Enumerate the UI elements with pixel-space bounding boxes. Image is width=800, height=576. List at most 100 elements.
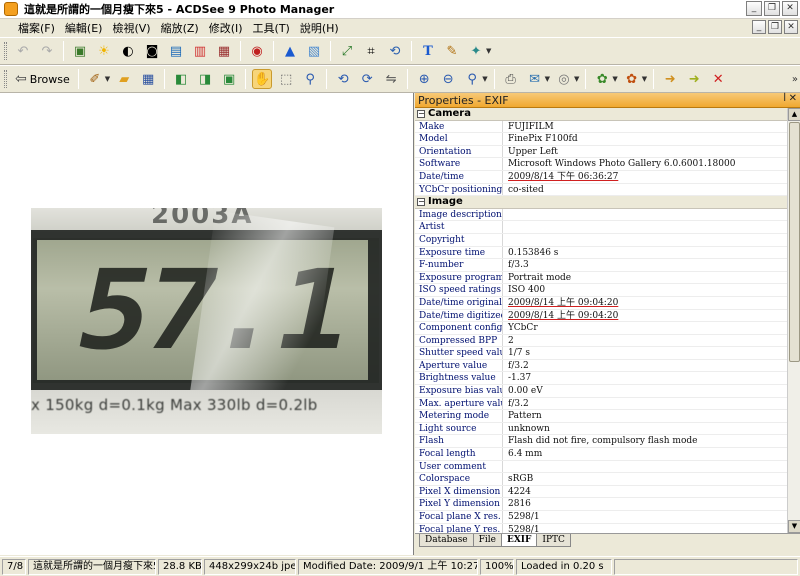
doc-minimize-button[interactable]: _	[752, 20, 766, 34]
browse-button[interactable]: ⇦ Browse	[11, 71, 74, 87]
scroll-down-icon[interactable]: ▼	[788, 520, 800, 533]
exif-row[interactable]: Shutter speed value 1/7 s	[415, 347, 787, 360]
slideshow-icon[interactable]: ▣	[219, 69, 239, 89]
exif-row[interactable]: Exposure time 0.153846 s	[415, 246, 787, 260]
zoom-dropdown-icon[interactable]: ▼	[482, 75, 487, 83]
zoom-tool-icon[interactable]: ⚲	[300, 69, 320, 89]
menu-help[interactable]: 說明(H)	[296, 20, 343, 36]
properties-scrollbar[interactable]: ▲ ▼	[787, 108, 800, 533]
red-eye-icon[interactable]: ◉	[247, 41, 267, 61]
text-icon[interactable]: T	[418, 41, 438, 61]
next-image-icon[interactable]: ◨	[195, 69, 215, 89]
pin-icon[interactable]: ꟾ	[783, 94, 786, 104]
levels-icon[interactable]: ▤	[166, 41, 186, 61]
image-viewer[interactable]: 2003A 57.1 x 150kg d=0.1kg Max 330lb d=0…	[0, 93, 414, 555]
properties-dropdown-icon[interactable]: ▼	[612, 75, 617, 83]
properties-icon[interactable]: ✿	[592, 69, 612, 89]
crop-icon[interactable]: ⌗	[361, 41, 381, 61]
hand-icon[interactable]: ✋	[252, 69, 273, 89]
flip-icon[interactable]: ⇋	[381, 69, 401, 89]
save-icon[interactable]: ▦	[138, 69, 158, 89]
rotate-icon[interactable]: ⟲	[385, 41, 405, 61]
toolbar-overflow-icon[interactable]: »	[792, 74, 798, 85]
exif-row[interactable]: Copyright	[415, 233, 787, 247]
menu-tools[interactable]: 工具(T)	[249, 20, 294, 36]
edit-dropdown-icon[interactable]: ▼	[105, 75, 110, 83]
zoom-in-icon[interactable]: ⊕	[414, 69, 434, 89]
section-image[interactable]: − Image	[415, 196, 787, 209]
exif-row[interactable]: Orientation Upper Left	[415, 145, 787, 159]
restore-button[interactable]: ❐	[764, 1, 780, 16]
redo-icon[interactable]: ↷	[37, 41, 57, 61]
close-icon[interactable]: ✕	[789, 93, 797, 104]
app-icon[interactable]	[4, 2, 18, 16]
share-icon[interactable]: ✉	[525, 69, 545, 89]
tab-database[interactable]: Database	[419, 534, 474, 547]
exif-row[interactable]: Date/time digitized 2009/8/14 上午 09:04:20	[415, 309, 787, 323]
exif-row[interactable]: YCbCr positioning co-sited	[415, 183, 787, 197]
blur-icon[interactable]: ▧	[304, 41, 324, 61]
print-icon[interactable]: ⎙	[501, 69, 521, 89]
exif-row[interactable]: User comment	[415, 460, 787, 474]
effects-dropdown-icon[interactable]: ▼	[486, 47, 491, 55]
grayscale-icon[interactable]: ◙	[142, 41, 162, 61]
wallpaper-icon[interactable]: ✿	[622, 69, 642, 89]
exif-row[interactable]: Compressed BPP 2	[415, 334, 787, 348]
close-button[interactable]: ✕	[782, 1, 798, 16]
open-icon[interactable]: ▰	[114, 69, 134, 89]
minimize-button[interactable]: _	[746, 1, 762, 16]
toolbar-grip[interactable]	[4, 70, 7, 88]
collapse-icon[interactable]: −	[417, 109, 425, 118]
tab-exif[interactable]: EXIF	[500, 534, 538, 547]
doc-close-button[interactable]: ✕	[784, 20, 798, 34]
share-dropdown-icon[interactable]: ▼	[545, 75, 550, 83]
exif-row[interactable]: Flash Flash did not fire, compulsory flas…	[415, 435, 787, 449]
exif-row[interactable]: Focal plane X res. 5298/1	[415, 511, 787, 524]
scroll-thumb[interactable]	[789, 122, 800, 362]
scroll-up-icon[interactable]: ▲	[788, 108, 800, 121]
select-icon[interactable]: ⬚	[276, 69, 296, 89]
color-balance-icon[interactable]: ▥	[190, 41, 210, 61]
section-camera[interactable]: − Camera	[415, 108, 787, 121]
exif-row[interactable]: Metering mode Pattern	[415, 410, 787, 423]
exif-row[interactable]: F-number f/3.3	[415, 259, 787, 272]
disc-dropdown-icon[interactable]: ▼	[574, 75, 579, 83]
menu-edit[interactable]: 編輯(E)	[61, 20, 107, 36]
menu-file[interactable]: 檔案(F)	[14, 20, 59, 36]
menu-zoom[interactable]: 縮放(Z)	[157, 20, 203, 36]
exif-row[interactable]: Light source unknown	[415, 422, 787, 436]
exif-row[interactable]: Max. aperture value f/3.2	[415, 397, 787, 411]
tab-file[interactable]: File	[472, 534, 502, 547]
zoom-icon[interactable]: ⚲	[462, 69, 482, 89]
collapse-icon[interactable]: −	[417, 197, 425, 206]
wallpaper-dropdown-icon[interactable]: ▼	[642, 75, 647, 83]
exif-row[interactable]: Pixel X dimension 4224	[415, 485, 787, 499]
menu-view[interactable]: 檢視(V)	[108, 20, 154, 36]
tab-iptc[interactable]: IPTC	[536, 534, 571, 547]
disc-icon[interactable]: ◎	[554, 69, 574, 89]
exif-row[interactable]: Exposure program Portrait mode	[415, 271, 787, 285]
exif-row[interactable]: Focal length 6.4 mm	[415, 448, 787, 461]
color-icon[interactable]: ▦	[214, 41, 234, 61]
zoom-out-icon[interactable]: ⊖	[438, 69, 458, 89]
exif-row[interactable]: Component config YCbCr	[415, 322, 787, 335]
exif-row[interactable]: Date/time original 2009/8/14 上午 09:04:20	[415, 296, 787, 310]
exif-row[interactable]: Model FinePix F100fd	[415, 133, 787, 146]
toolbar-grip[interactable]	[4, 42, 7, 60]
brightness-icon[interactable]: ☀	[94, 41, 114, 61]
copy-icon[interactable]: ➜	[684, 69, 704, 89]
auto-lens-icon[interactable]: ▣	[70, 41, 90, 61]
exif-row[interactable]: Colorspace sRGB	[415, 473, 787, 486]
rotate-left-icon[interactable]: ⟲	[333, 69, 353, 89]
edit-icon[interactable]: ✐	[85, 69, 105, 89]
exif-row[interactable]: Make FUJIFILM	[415, 120, 787, 134]
doc-restore-button[interactable]: ❐	[768, 20, 782, 34]
exif-row[interactable]: Focal plane Y res. 5298/1	[415, 523, 787, 533]
exif-row[interactable]: Pixel Y dimension 2816	[415, 498, 787, 511]
exif-row[interactable]: Artist	[415, 221, 787, 234]
sharpen-icon[interactable]: ▲	[280, 41, 300, 61]
exif-row[interactable]: Brightness value -1.37	[415, 372, 787, 386]
exif-row[interactable]: Software Microsoft Windows Photo Gallery …	[415, 158, 787, 171]
move-icon[interactable]: ➜	[660, 69, 680, 89]
prev-image-icon[interactable]: ◧	[171, 69, 191, 89]
